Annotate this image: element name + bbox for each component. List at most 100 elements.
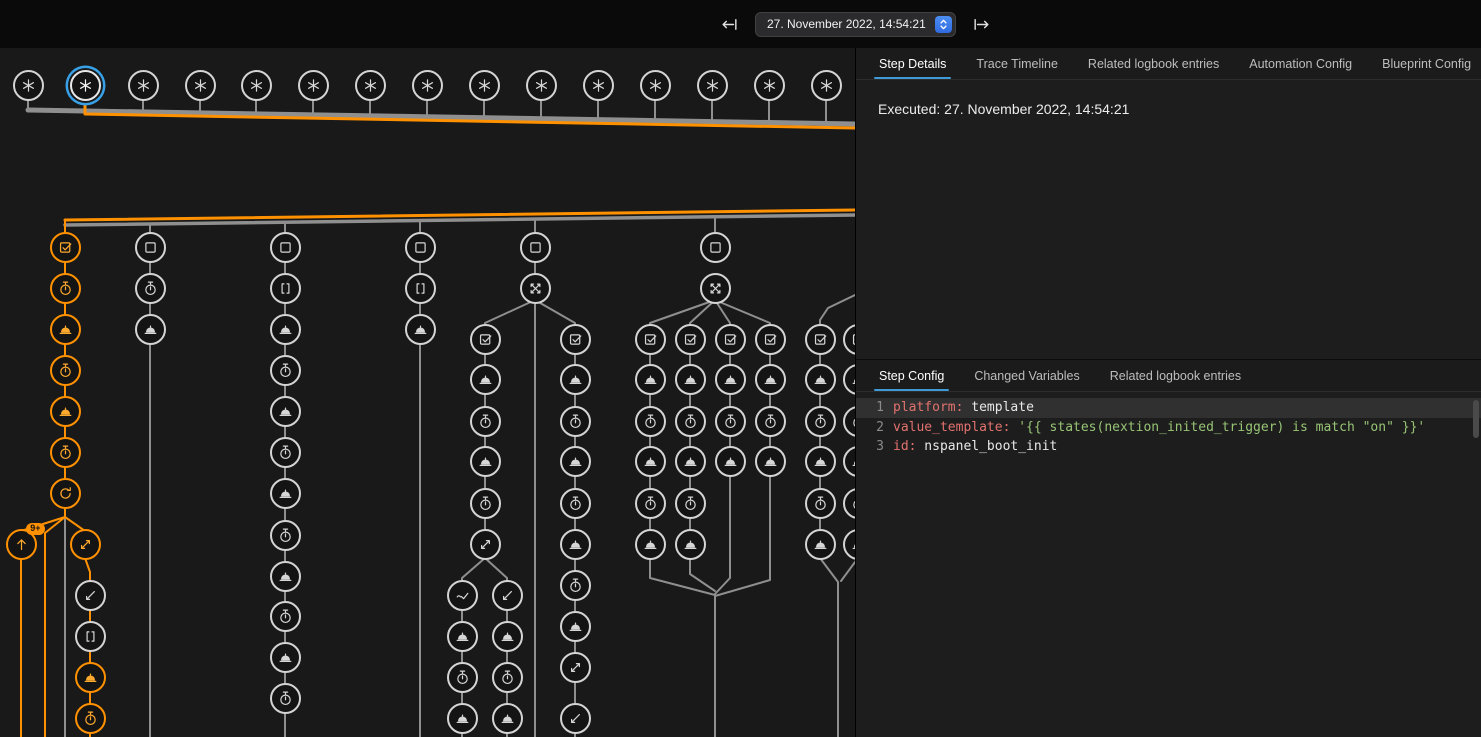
graph-node-timer[interactable] (805, 406, 836, 437)
graph-node-asterisk[interactable] (640, 70, 671, 101)
graph-node-asterisk[interactable] (241, 70, 272, 101)
graph-node-choose[interactable] (520, 273, 551, 304)
graph-node-checkbox-marked[interactable] (805, 324, 836, 355)
graph-node-checkbox-marked[interactable] (635, 324, 666, 355)
graph-node-timer[interactable] (50, 437, 81, 468)
graph-node-asterisk[interactable] (583, 70, 614, 101)
graph-node-timer[interactable] (75, 703, 106, 734)
graph-node-check-wave[interactable] (447, 580, 478, 611)
graph-node-arrow-diag-down[interactable] (75, 580, 106, 611)
graph-node-service[interactable] (805, 364, 836, 395)
graph-node-service[interactable] (50, 314, 81, 345)
graph-node-checkbox-blank[interactable] (700, 232, 731, 263)
graph-node-timer[interactable] (843, 488, 857, 519)
graph-node-timer[interactable] (50, 273, 81, 304)
graph-node-timer[interactable] (560, 406, 591, 437)
graph-node-service[interactable] (560, 529, 591, 560)
graph-node-service[interactable] (843, 446, 857, 477)
graph-node-timer[interactable] (715, 406, 746, 437)
graph-node-brackets[interactable] (270, 273, 301, 304)
trace-graph-panel[interactable]: 9+ (0, 48, 856, 737)
graph-node-timer[interactable] (447, 662, 478, 693)
graph-node-service[interactable] (635, 529, 666, 560)
graph-node-service[interactable] (675, 529, 706, 560)
graph-node-timer[interactable] (560, 488, 591, 519)
graph-node-timer[interactable] (492, 662, 523, 693)
graph-node-brackets[interactable] (75, 621, 106, 652)
graph-node-arrow-diag-down[interactable] (492, 580, 523, 611)
graph-node-checkbox-marked[interactable] (843, 324, 857, 355)
graph-node-service[interactable] (270, 396, 301, 427)
details-tab-blueprint-config[interactable]: Blueprint Config (1367, 48, 1481, 79)
graph-node-service[interactable] (843, 364, 857, 395)
graph-node-repeat[interactable] (50, 478, 81, 509)
previous-trace-button[interactable] (716, 11, 743, 38)
graph-node-arrow-up[interactable]: 9+ (6, 529, 37, 560)
graph-node-brackets[interactable] (405, 273, 436, 304)
graph-node-service[interactable] (560, 364, 591, 395)
graph-node-asterisk[interactable] (185, 70, 216, 101)
graph-node-service[interactable] (470, 364, 501, 395)
graph-node-timer[interactable] (843, 406, 857, 437)
graph-node-service[interactable] (715, 446, 746, 477)
graph-node-choose[interactable] (700, 273, 731, 304)
graph-node-service[interactable] (560, 611, 591, 642)
graph-node-asterisk[interactable] (469, 70, 500, 101)
graph-node-asterisk[interactable] (754, 70, 785, 101)
graph-node-timer[interactable] (270, 683, 301, 714)
details-tab-related-logbook-entries[interactable]: Related logbook entries (1073, 48, 1234, 79)
graph-node-service[interactable] (755, 446, 786, 477)
graph-node-service[interactable] (50, 396, 81, 427)
graph-node-checkbox-blank[interactable] (270, 232, 301, 263)
graph-node-timer[interactable] (50, 355, 81, 386)
graph-node-checkbox-marked[interactable] (50, 232, 81, 263)
graph-node-asterisk[interactable] (526, 70, 557, 101)
graph-node-timer[interactable] (270, 355, 301, 386)
graph-node-service[interactable] (492, 621, 523, 652)
config-tab-step-config[interactable]: Step Config (864, 360, 959, 391)
graph-node-checkbox-marked[interactable] (470, 324, 501, 355)
graph-node-arrow-split[interactable] (70, 529, 101, 560)
graph-node-checkbox-marked[interactable] (560, 324, 591, 355)
details-tab-trace-timeline[interactable]: Trace Timeline (961, 48, 1073, 79)
graph-node-timer[interactable] (470, 406, 501, 437)
graph-node-service[interactable] (492, 703, 523, 734)
graph-node-service[interactable] (447, 703, 478, 734)
graph-node-asterisk[interactable] (355, 70, 386, 101)
graph-node-timer[interactable] (635, 488, 666, 519)
config-tab-related-logbook-entries[interactable]: Related logbook entries (1095, 360, 1256, 391)
graph-node-checkbox-marked[interactable] (755, 324, 786, 355)
code-scrollbar[interactable] (1473, 400, 1479, 438)
config-tab-changed-variables[interactable]: Changed Variables (959, 360, 1094, 391)
graph-node-timer[interactable] (675, 406, 706, 437)
graph-node-timer[interactable] (270, 437, 301, 468)
graph-node-arrow-diag-down[interactable] (560, 703, 591, 734)
graph-node-service[interactable] (270, 314, 301, 345)
details-tab-step-details[interactable]: Step Details (864, 48, 961, 79)
graph-node-service[interactable] (270, 642, 301, 673)
graph-node-timer[interactable] (135, 273, 166, 304)
graph-node-arrow-split[interactable] (560, 652, 591, 683)
step-config-code[interactable]: 1platform: template2value_template: '{{ … (856, 392, 1481, 461)
graph-node-service[interactable] (805, 529, 836, 560)
graph-node-service[interactable] (805, 446, 836, 477)
graph-node-service[interactable] (470, 446, 501, 477)
graph-node-asterisk[interactable] (298, 70, 329, 101)
graph-node-checkbox-marked[interactable] (715, 324, 746, 355)
graph-node-checkbox-blank[interactable] (520, 232, 551, 263)
graph-node-asterisk[interactable] (697, 70, 728, 101)
graph-node-timer[interactable] (560, 570, 591, 601)
graph-node-service[interactable] (270, 561, 301, 592)
graph-node-service[interactable] (715, 364, 746, 395)
graph-node-checkbox-marked[interactable] (675, 324, 706, 355)
graph-node-service[interactable] (675, 446, 706, 477)
details-tab-automation-config[interactable]: Automation Config (1234, 48, 1367, 79)
graph-node-service[interactable] (635, 364, 666, 395)
graph-node-service[interactable] (755, 364, 786, 395)
graph-node-service[interactable] (560, 446, 591, 477)
graph-node-checkbox-blank[interactable] (135, 232, 166, 263)
graph-node-service[interactable] (270, 478, 301, 509)
graph-node-checkbox-blank[interactable] (405, 232, 436, 263)
graph-node-timer[interactable] (270, 601, 301, 632)
graph-node-timer[interactable] (635, 406, 666, 437)
